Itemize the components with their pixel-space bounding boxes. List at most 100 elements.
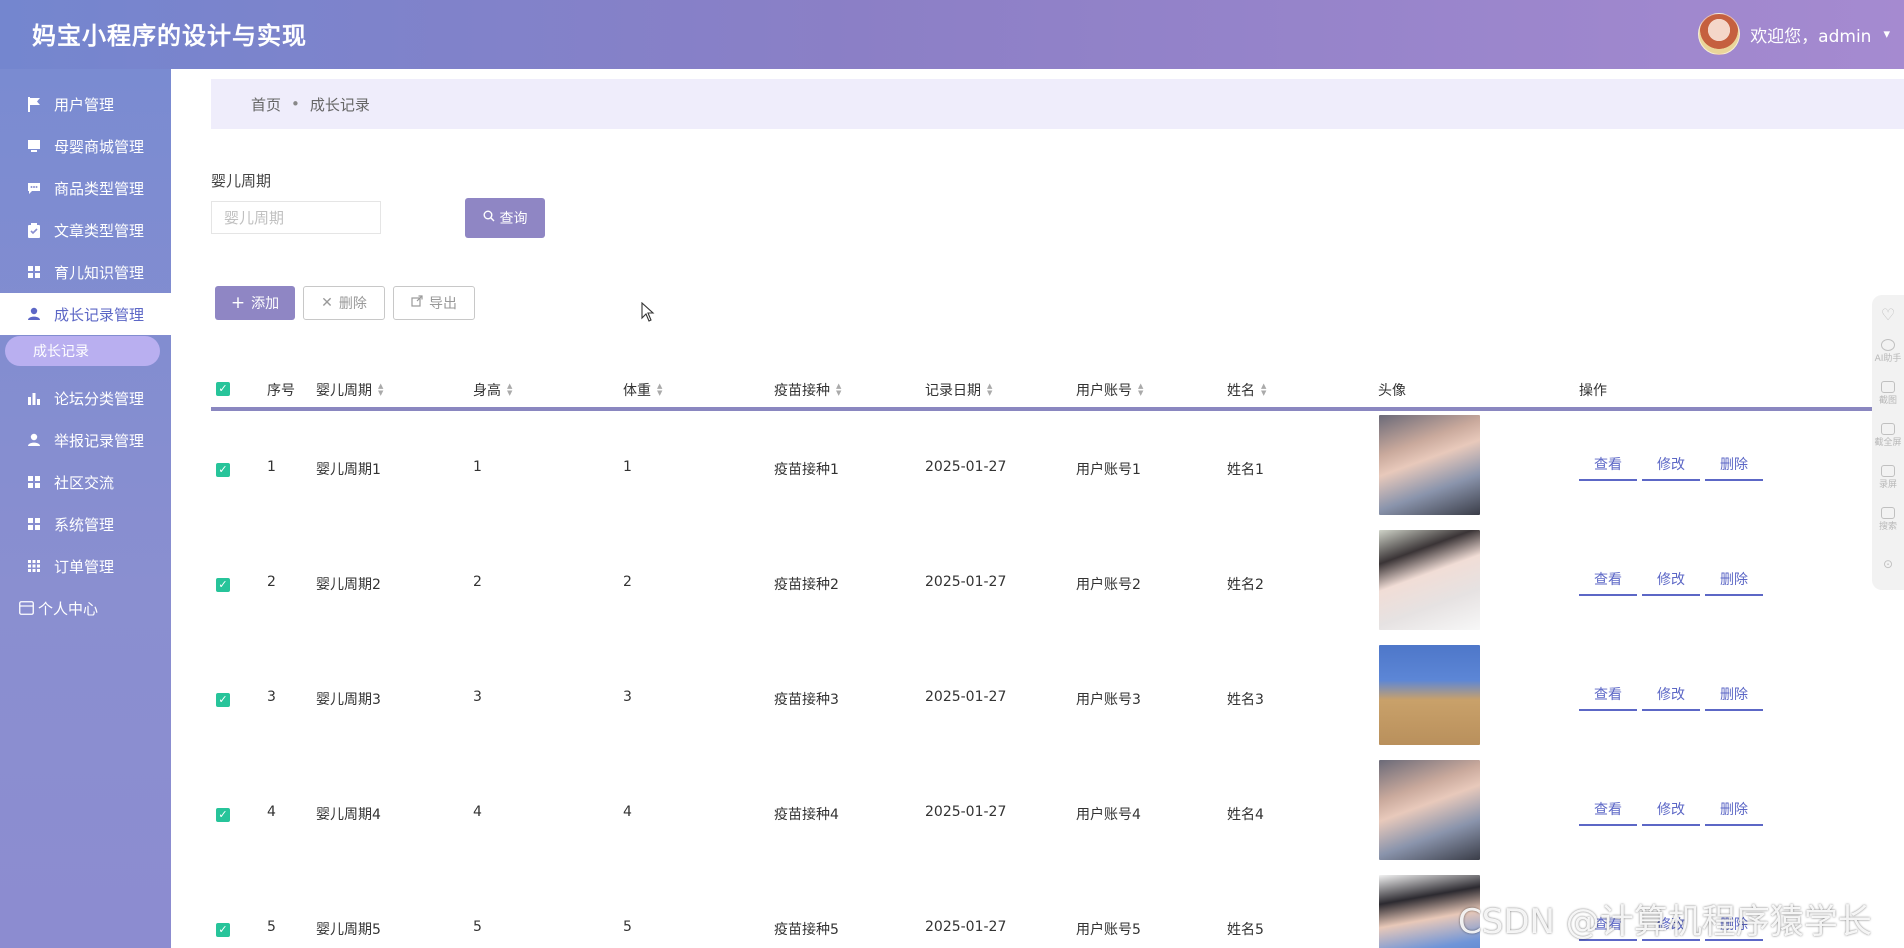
avatar-photo[interactable] bbox=[1379, 645, 1480, 745]
view-button[interactable]: 查看 bbox=[1579, 570, 1637, 596]
sort-icon[interactable]: ▲ ▼ bbox=[507, 383, 512, 397]
sidebar-item-forum-category[interactable]: 论坛分类管理 bbox=[0, 377, 171, 419]
avatar[interactable] bbox=[1698, 13, 1741, 55]
row-checkbox[interactable]: ✓ bbox=[216, 578, 230, 592]
sidebar-item-label: 商品类型管理 bbox=[54, 179, 145, 198]
cell-vaccine: 疫苗接种2 bbox=[774, 577, 839, 593]
chat-icon bbox=[26, 180, 42, 196]
period-search-input[interactable] bbox=[211, 201, 381, 234]
cell-height: 2 bbox=[473, 574, 482, 590]
cell-height: 4 bbox=[473, 804, 482, 820]
floating-toolbar: ♡ AI助手 截图 截全屏 录屏 搜索 ⊙ bbox=[1872, 295, 1904, 590]
sidebar-item-personal-center[interactable]: 个人中心 bbox=[0, 587, 171, 629]
sidebar-item-label: 育儿知识管理 bbox=[54, 263, 145, 282]
edit-button[interactable]: 修改 bbox=[1642, 800, 1700, 826]
search-button[interactable]: 搜索 bbox=[1872, 507, 1904, 532]
cell-account: 用户账号3 bbox=[1076, 692, 1141, 708]
column-header-date[interactable]: 记录日期 ▲ ▼ bbox=[925, 380, 992, 400]
sidebar-item-label: 个人中心 bbox=[38, 599, 99, 618]
sort-icon[interactable]: ▲ ▼ bbox=[1261, 383, 1266, 397]
cell-name: 姓名1 bbox=[1227, 462, 1264, 478]
view-button[interactable]: 查看 bbox=[1579, 685, 1637, 711]
ai-assistant-button[interactable]: AI助手 bbox=[1872, 339, 1904, 364]
sidebar-item-community[interactable]: 社区交流 bbox=[0, 461, 171, 503]
add-button[interactable]: + 添加 bbox=[215, 286, 295, 320]
cell-period: 婴儿周期2 bbox=[316, 577, 381, 593]
cell-date: 2025-01-27 bbox=[925, 919, 1007, 935]
cell-vaccine: 疫苗接种3 bbox=[774, 692, 839, 708]
sort-icon[interactable]: ▲ ▼ bbox=[657, 383, 662, 397]
sidebar-item-system-management[interactable]: 系统管理 bbox=[0, 503, 171, 545]
edit-button[interactable]: 修改 bbox=[1642, 570, 1700, 596]
filter-label: 婴儿周期 bbox=[211, 172, 272, 190]
cell-period: 婴儿周期5 bbox=[316, 922, 381, 938]
cell-name: 姓名4 bbox=[1227, 807, 1264, 823]
delete-button[interactable]: ✕ 删除 bbox=[303, 286, 385, 320]
sidebar-item-product-type[interactable]: 商品类型管理 bbox=[0, 167, 171, 209]
row-checkbox[interactable]: ✓ bbox=[216, 463, 230, 477]
cell-vaccine: 疫苗接种4 bbox=[774, 807, 839, 823]
sidebar-item-growth-record[interactable]: 成长记录管理 bbox=[0, 293, 171, 335]
chevron-down-icon[interactable]: ▾ bbox=[1883, 27, 1890, 42]
edit-button[interactable]: 修改 bbox=[1642, 455, 1700, 481]
row-delete-button[interactable]: 删除 bbox=[1705, 800, 1763, 826]
sort-icon[interactable]: ▲ ▼ bbox=[378, 383, 383, 397]
row-checkbox[interactable]: ✓ bbox=[216, 693, 230, 707]
sidebar-subitem-growth-record[interactable]: 成长记录 bbox=[5, 336, 160, 366]
table-row: ✓ 2 婴儿周期2 2 2 疫苗接种2 2025-01-27 用户账号2 姓名2… bbox=[211, 526, 1904, 641]
column-header-vaccine[interactable]: 疫苗接种 ▲ ▼ bbox=[774, 380, 841, 400]
column-header-account[interactable]: 用户账号 ▲ ▼ bbox=[1076, 380, 1143, 400]
export-button[interactable]: 导出 bbox=[393, 286, 475, 320]
sidebar-item-label: 成长记录管理 bbox=[54, 305, 145, 324]
sidebar-item-label: 社区交流 bbox=[54, 473, 115, 492]
breadcrumb-home[interactable]: 首页 bbox=[251, 94, 281, 115]
sidebar-item-mall-management[interactable]: 母婴商城管理 bbox=[0, 125, 171, 167]
watermark: CSDN @计算机程序猿学长 bbox=[1458, 902, 1872, 942]
sidebar-item-article-type[interactable]: 文章类型管理 bbox=[0, 209, 171, 251]
avatar-photo[interactable] bbox=[1379, 530, 1480, 630]
edit-button[interactable]: 修改 bbox=[1642, 685, 1700, 711]
row-delete-button[interactable]: 删除 bbox=[1705, 455, 1763, 481]
breadcrumb: 首页 • 成长记录 bbox=[211, 79, 1904, 129]
settings-icon[interactable]: ⊙ bbox=[1872, 557, 1904, 571]
sidebar-item-order-management[interactable]: 订单管理 bbox=[0, 545, 171, 587]
window-icon bbox=[18, 600, 34, 616]
column-header-height[interactable]: 身高 ▲ ▼ bbox=[473, 380, 512, 400]
cell-account: 用户账号5 bbox=[1076, 922, 1141, 938]
user-menu[interactable]: 欢迎您，admin ▾ bbox=[1698, 13, 1890, 55]
column-header-weight[interactable]: 体重 ▲ ▼ bbox=[623, 380, 662, 400]
grid-icon bbox=[26, 264, 42, 280]
row-delete-button[interactable]: 删除 bbox=[1705, 570, 1763, 596]
flag-icon bbox=[26, 96, 42, 112]
cell-date: 2025-01-27 bbox=[925, 689, 1007, 705]
sidebar-item-user-management[interactable]: 用户管理 bbox=[0, 83, 171, 125]
fullscreen-capture-button[interactable]: 截全屏 bbox=[1872, 423, 1904, 448]
cell-index: 2 bbox=[267, 574, 276, 590]
record-button[interactable]: 录屏 bbox=[1872, 465, 1904, 490]
avatar-photo[interactable] bbox=[1379, 760, 1480, 860]
heart-icon[interactable]: ♡ bbox=[1872, 305, 1904, 324]
table-row: ✓ 4 婴儿周期4 4 4 疫苗接种4 2025-01-27 用户账号4 姓名4… bbox=[211, 756, 1904, 871]
select-all-checkbox[interactable]: ✓ bbox=[216, 382, 230, 396]
column-header-name[interactable]: 姓名 ▲ ▼ bbox=[1227, 380, 1266, 400]
row-checkbox[interactable]: ✓ bbox=[216, 923, 230, 937]
sort-icon[interactable]: ▲ ▼ bbox=[987, 383, 992, 397]
view-button[interactable]: 查看 bbox=[1579, 455, 1637, 481]
view-button[interactable]: 查看 bbox=[1579, 800, 1637, 826]
row-delete-button[interactable]: 删除 bbox=[1705, 685, 1763, 711]
sort-icon[interactable]: ▲ ▼ bbox=[1138, 383, 1143, 397]
cell-index: 5 bbox=[267, 919, 276, 935]
sidebar-item-parenting-knowledge[interactable]: 育儿知识管理 bbox=[0, 251, 171, 293]
table-header: ✓ 序号 婴儿周期 ▲ ▼ 身高 ▲ ▼ 体重 ▲ ▼ 疫苗接种 ▲ ▼ 记录日期 ▲ ▼ 用户账号… bbox=[211, 368, 1904, 411]
avatar-photo[interactable] bbox=[1379, 415, 1480, 515]
row-checkbox[interactable]: ✓ bbox=[216, 808, 230, 822]
sort-icon[interactable]: ▲ ▼ bbox=[836, 383, 841, 397]
screenshot-button[interactable]: 截图 bbox=[1872, 381, 1904, 406]
query-button[interactable]: 查询 bbox=[465, 198, 545, 238]
cell-name: 姓名5 bbox=[1227, 922, 1264, 938]
sidebar-item-label: 文章类型管理 bbox=[54, 221, 145, 240]
column-header-period[interactable]: 婴儿周期 ▲ ▼ bbox=[316, 380, 383, 400]
sidebar-item-report-record[interactable]: 举报记录管理 bbox=[0, 419, 171, 461]
cell-index: 3 bbox=[267, 689, 276, 705]
app-title: 妈宝小程序的设计与实现 bbox=[32, 22, 307, 50]
